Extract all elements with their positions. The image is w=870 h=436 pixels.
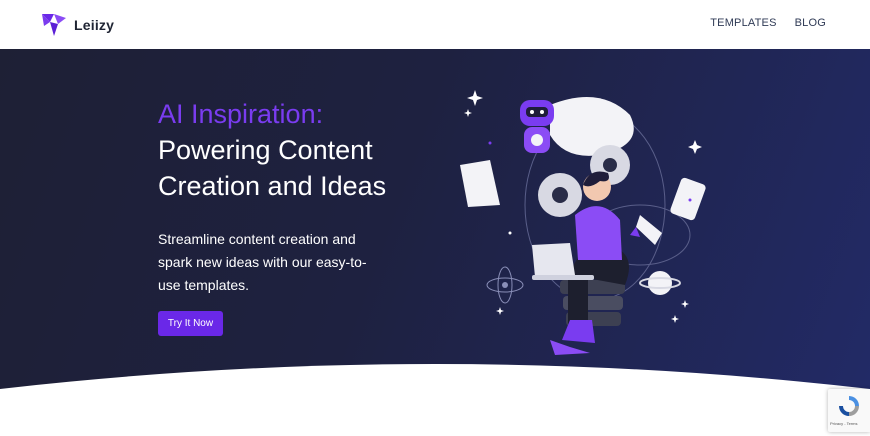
hero-highlight: AI Inspiration: xyxy=(158,99,324,129)
brand-name: Leiizy xyxy=(74,17,115,33)
try-it-now-button[interactable]: Try It Now xyxy=(158,311,223,336)
brand-home-link[interactable]: Leiizy xyxy=(40,12,114,38)
hero-title-line-1: Powering Content xyxy=(158,135,373,165)
brand-logo-icon xyxy=(42,14,66,36)
hero-text-block: AI Inspiration: Powering Content Creatio… xyxy=(158,96,428,297)
recaptcha-icon xyxy=(839,396,859,416)
top-navbar: Leiizy TEMPLATES BLOG xyxy=(0,0,870,49)
nav-blog-link[interactable]: BLOG xyxy=(795,17,826,29)
recaptcha-links[interactable]: Privacy - Terms xyxy=(830,421,857,426)
recaptcha-badge[interactable]: Privacy - Terms xyxy=(828,389,870,432)
hero-description: Streamline content creation and spark ne… xyxy=(158,231,367,293)
hero-bottom-curve xyxy=(0,364,870,389)
main-nav: TEMPLATES BLOG xyxy=(710,17,826,29)
hero-heading: AI Inspiration: Powering Content Creatio… xyxy=(158,96,428,204)
hero-title-line-2: Creation and Ideas xyxy=(158,171,387,201)
nav-templates-link[interactable]: TEMPLATES xyxy=(710,17,776,29)
ai-content-illustration xyxy=(460,90,706,355)
hero-section: AI Inspiration: Powering Content Creatio… xyxy=(0,49,870,389)
